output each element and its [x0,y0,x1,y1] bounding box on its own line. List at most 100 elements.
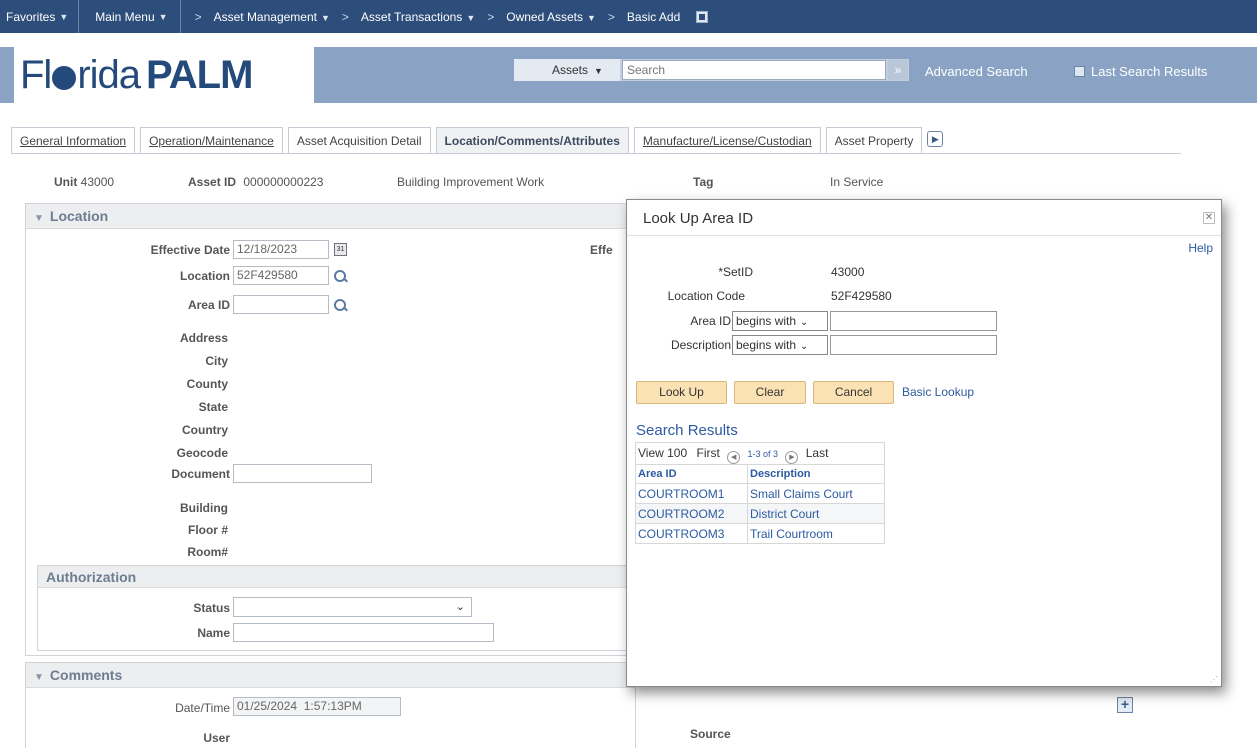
effective-date-field[interactable]: 12/18/2023 [233,240,329,259]
city-label: City [205,354,228,368]
comments-section-header[interactable]: ▼ Comments [26,663,635,688]
next-tab-icon[interactable]: ▶ [927,131,944,147]
country-label: Country [182,423,228,437]
description-cell[interactable]: Trail Courtroom [747,523,885,544]
view-all-link[interactable]: View 100 [638,446,687,460]
chevron-down-icon: ⌄ [800,341,809,352]
asset-description: Building Improvement Work [397,175,545,189]
favorites-menu[interactable]: Favorites ▼ [0,0,80,33]
main-menu-label: Main Menu [95,9,155,24]
breadcrumb-label: Owned Assets [506,9,583,24]
help-link[interactable]: Help [1188,241,1213,255]
description-operator-select[interactable]: begins with ⌄ [732,335,828,355]
breadcrumb-separator-icon: > [341,9,349,24]
area-id-cell[interactable]: COURTROOM2 [635,503,748,524]
location-section-header[interactable]: ▼ Location [26,204,635,229]
area-id-search-input[interactable] [830,311,997,331]
status-select[interactable]: ⌄ [233,597,472,617]
floor-label: Floor # [187,523,228,537]
tab-label: Manufacture/License/Custodian [642,134,812,148]
modal-title: Look Up Area ID [627,200,1221,236]
chevron-down-icon: ▼ [586,12,596,23]
basic-lookup-link[interactable]: Basic Lookup [902,385,974,399]
area-id-cell[interactable]: COURTROOM1 [635,483,748,504]
breadcrumb: > Asset Management ▼ > Asset Transactions… [181,10,709,24]
look-up-button[interactable]: Look Up [636,381,727,404]
county-label: County [186,377,228,391]
location-field[interactable]: 52F429580 [233,266,329,285]
chevron-down-icon: ▼ [320,12,330,23]
asset-id-label: Asset ID [188,175,237,189]
next-icon[interactable]: ▶ [785,451,799,464]
tab-asset-property[interactable]: Asset Property [825,127,923,153]
lookup-area-id-modal: Look Up Area ID ✕ Help *SetID 43000 Loca… [626,199,1222,687]
description-search-label: Description [670,338,731,352]
table-row[interactable]: COURTROOM2 District Court [635,503,885,524]
table-row[interactable]: COURTROOM1 Small Claims Court [635,483,885,504]
tab-label: General Information [20,134,127,148]
datetime-field: 01/25/2024 1:57:13PM [233,697,401,716]
authorization-header: Authorization [38,566,632,588]
resize-handle-icon[interactable]: ⋰ [1210,675,1218,684]
asset-status: In Service [830,175,884,189]
tab-label: Operation/Maintenance [149,134,274,148]
area-id-label: Area ID [187,298,230,312]
tab-manufacture-license-custodian[interactable]: Manufacture/License/Custodian [633,127,821,153]
last-results-icon [1074,66,1085,77]
area-id-cell[interactable]: COURTROOM3 [635,523,748,544]
search-category-select[interactable]: Assets ▼ [514,59,620,81]
breadcrumb-owned-assets[interactable]: Owned Assets ▼ [506,10,596,24]
location-lookup-icon[interactable] [334,270,346,282]
unit-info: Unit 43000 [54,175,114,189]
logo-text: Fl [20,52,52,97]
add-row-button[interactable]: + [1117,697,1133,713]
cancel-button[interactable]: Cancel [813,381,894,404]
results-table: Area ID Description COURTROOM1 Small Cla… [635,464,885,544]
area-id-operator-select[interactable]: begins with ⌄ [732,311,828,331]
breadcrumb-separator-icon: > [607,9,615,24]
column-header-description[interactable]: Description [747,464,885,484]
previous-icon[interactable]: ◀ [727,451,741,464]
document-field[interactable] [233,464,372,483]
search-input[interactable] [622,60,886,80]
last-search-results-link[interactable]: Last Search Results [1074,64,1207,79]
area-id-field[interactable] [233,295,329,314]
clear-button[interactable]: Clear [734,381,806,404]
advanced-search-link[interactable]: Advanced Search [925,64,1028,79]
chevron-down-icon: ▼ [158,11,168,22]
main-menu[interactable]: Main Menu ▼ [79,0,181,33]
chevron-down-icon: ▼ [466,12,476,23]
tab-operation-maintenance[interactable]: Operation/Maintenance [140,127,283,153]
source-label: Source [690,727,731,741]
description-cell[interactable]: District Court [747,503,885,524]
first-link[interactable]: First [697,446,720,460]
tab-asset-acquisition-detail[interactable]: Asset Acquisition Detail [287,127,431,153]
last-link[interactable]: Last [806,446,829,460]
search-go-button[interactable]: » [888,60,908,80]
tab-label: Asset Acquisition Detail [296,134,422,148]
description-cell[interactable]: Small Claims Court [747,483,885,504]
breadcrumb-basic-add[interactable]: Basic Add [627,10,680,24]
address-label: Address [179,331,228,345]
datetime-label: Date/Time [175,701,230,715]
table-row[interactable]: COURTROOM3 Trail Courtroom [635,523,885,544]
last-search-results-label: Last Search Results [1091,64,1208,79]
geocode-label: Geocode [176,446,228,460]
breadcrumb-asset-transactions[interactable]: Asset Transactions ▼ [361,10,475,24]
breadcrumb-label: Asset Transactions [360,9,463,24]
name-field[interactable] [233,623,494,642]
area-id-lookup-icon[interactable] [334,299,346,311]
breadcrumb-asset-management[interactable]: Asset Management ▼ [214,10,330,24]
recent-search-icon[interactable] [696,10,709,23]
tab-location-comments-attributes[interactable]: Location/Comments/Attributes [435,127,629,153]
top-nav-bar: Favorites ▼ Main Menu ▼ > Asset Manageme… [0,0,1257,33]
column-header-area-id[interactable]: Area ID [635,464,748,484]
unit-label: Unit [54,175,78,189]
setid-label: *SetID [718,265,753,279]
logo-text-bold: PALM [146,52,253,97]
calendar-icon[interactable]: 31 [334,243,347,256]
description-search-input[interactable] [830,335,997,355]
close-icon[interactable]: ✕ [1203,212,1215,224]
tab-general-information[interactable]: General Information [11,127,136,153]
page-tabs: General Information Operation/Maintenanc… [11,127,944,153]
